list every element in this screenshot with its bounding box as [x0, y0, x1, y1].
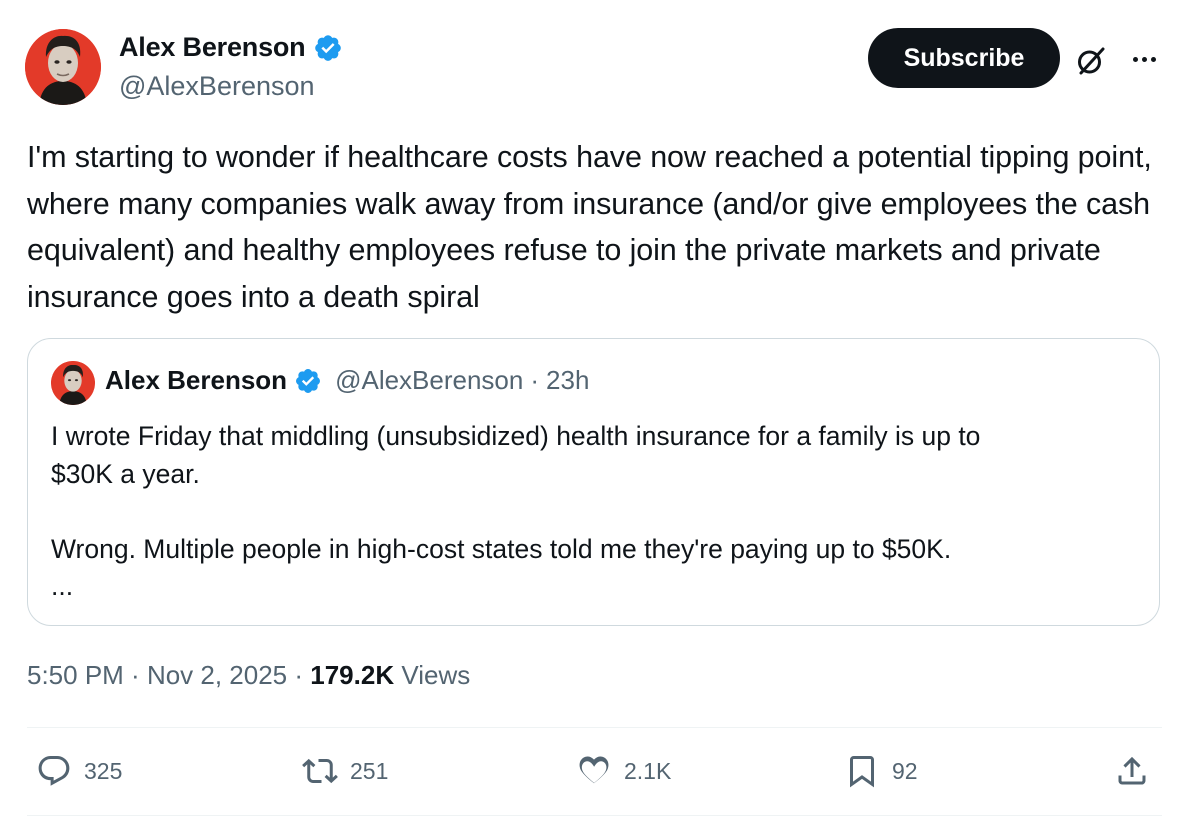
tweet-meta: 5:50 PM · Nov 2, 2025 · 179.2K Views — [27, 660, 470, 691]
bookmark-count: 92 — [892, 757, 918, 784]
like-button[interactable]: 2.1K — [576, 753, 671, 789]
reply-button[interactable]: 325 — [36, 753, 122, 789]
quoted-timestamp[interactable]: 23h — [546, 365, 589, 396]
divider — [27, 815, 1162, 816]
tweet-time[interactable]: 5:50 PM — [27, 660, 124, 691]
author-name-row[interactable]: Alex Berenson — [119, 32, 343, 63]
views-label: Views — [394, 660, 471, 690]
meta-separator: · — [287, 660, 311, 690]
like-count: 2.1K — [624, 757, 672, 784]
more-dot — [1132, 56, 1138, 62]
quoted-author-handle[interactable]: @AlexBerenson — [335, 365, 523, 396]
verified-badge-icon — [315, 34, 342, 61]
repost-button[interactable]: 251 — [302, 753, 388, 789]
more-dot — [1141, 56, 1147, 62]
quoted-author-name[interactable]: Alex Berenson — [105, 365, 287, 396]
views-count: 179.2K — [310, 660, 395, 690]
more-horizontal-icon[interactable] — [1127, 44, 1161, 74]
divider — [27, 727, 1162, 728]
share-button[interactable] — [1114, 753, 1150, 789]
tweet-text: I'm starting to wonder if healthcare cos… — [27, 140, 1152, 314]
quoted-tweet-text: I wrote Friday that middling (unsubsidiz… — [51, 421, 981, 601]
heart-icon — [579, 756, 609, 784]
repost-count: 251 — [350, 757, 389, 784]
bookmark-button[interactable]: 92 — [844, 753, 918, 789]
meta-separator: · — [123, 660, 147, 690]
author-avatar[interactable] — [25, 29, 101, 105]
bookmark-icon — [850, 756, 874, 788]
grok-slash-icon[interactable] — [1074, 44, 1108, 78]
repost-icon — [302, 758, 338, 784]
author-name[interactable]: Alex Berenson — [119, 32, 306, 63]
quoted-author-avatar[interactable] — [51, 361, 95, 405]
quoted-tweet-header: Alex Berenson @AlexBerenson · 23h — [105, 365, 589, 396]
share-icon — [1118, 756, 1146, 785]
author-handle[interactable]: @AlexBerenson — [119, 71, 315, 102]
quoted-separator: · — [530, 365, 540, 395]
more-dot — [1150, 56, 1156, 62]
reply-icon — [38, 756, 70, 786]
subscribe-button[interactable]: Subscribe — [868, 28, 1060, 88]
tweet-date[interactable]: Nov 2, 2025 — [147, 660, 287, 691]
verified-badge-icon — [296, 368, 321, 393]
reply-count: 325 — [84, 757, 123, 784]
